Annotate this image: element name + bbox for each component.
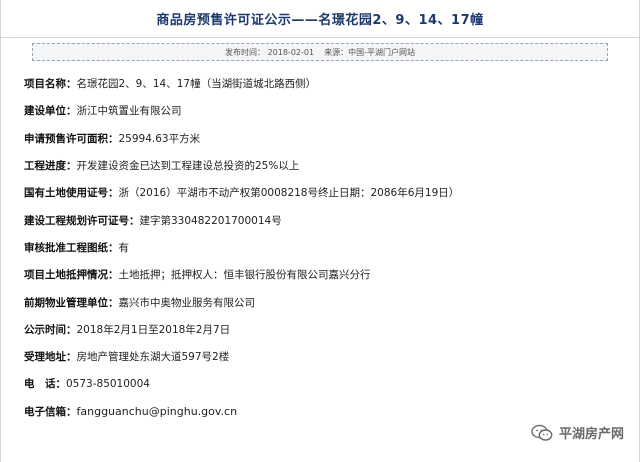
row-label: 前期物业管理单位： bbox=[24, 296, 119, 309]
row-value: 开发建设资金已达到工程建设总投资的25%以上 bbox=[76, 160, 300, 173]
row-drawings: 审核批准工程图纸： 有 bbox=[24, 234, 624, 261]
title-bar: 商品房预售许可证公示——名璟花园2、9、14、17幢 bbox=[0, 0, 640, 38]
row-label: 工程进度： bbox=[24, 160, 77, 173]
row-project-name: 项目名称： 名璟花园2、9、14、17幢（当湖街道城北路西侧） bbox=[24, 70, 624, 97]
info-list: 项目名称： 名璟花园2、9、14、17幢（当湖街道城北路西侧） 建设单位： 浙江… bbox=[24, 70, 624, 425]
row-address: 受理地址： 房地产管理处东湖大道597号2楼 bbox=[24, 343, 624, 370]
row-value: 浙江中筑置业有限公司 bbox=[76, 105, 182, 118]
wechat-icon bbox=[531, 424, 553, 441]
row-label: 建设单位： bbox=[24, 105, 77, 118]
row-label: 国有土地使用证号： bbox=[24, 187, 119, 200]
row-email: 电子信箱： fangguanchu@pinghu.gov.cn bbox=[24, 398, 624, 425]
row-label: 申请预售许可面积： bbox=[24, 132, 119, 145]
row-label: 项目土地抵押情况： bbox=[24, 269, 119, 282]
row-progress: 工程进度： 开发建设资金已达到工程建设总投资的25%以上 bbox=[24, 152, 624, 179]
row-value: 名璟花园2、9、14、17幢（当湖街道城北路西侧） bbox=[76, 78, 317, 91]
row-label: 电子信箱： bbox=[24, 405, 77, 418]
row-mortgage: 项目土地抵押情况： 土地抵押；抵押权人：恒丰银行股份有限公司嘉兴分行 bbox=[24, 261, 624, 288]
row-planning-permit: 建设工程规划许可证号： 建字第330482201700014号 bbox=[24, 206, 624, 233]
row-value: 2018年2月1日至2018年2月7日 bbox=[76, 323, 231, 336]
row-value: 建字第330482201700014号 bbox=[139, 214, 282, 227]
watermark: 平湖房产网 bbox=[531, 423, 624, 442]
watermark-text: 平湖房产网 bbox=[558, 427, 624, 442]
row-publicity-period: 公示时间： 2018年2月1日至2018年2月7日 bbox=[24, 316, 624, 343]
row-value: 有 bbox=[118, 241, 130, 254]
page-title: 商品房预售许可证公示——名璟花园2、9、14、17幢 bbox=[156, 13, 484, 28]
email-link[interactable]: fangguanchu@pinghu.gov.cn bbox=[77, 405, 238, 418]
row-developer: 建设单位： 浙江中筑置业有限公司 bbox=[24, 97, 624, 124]
row-property-management: 前期物业管理单位： 嘉兴市中奥物业服务有限公司 bbox=[24, 288, 624, 315]
row-value: 房地产管理处东湖大道597号2楼 bbox=[76, 351, 230, 364]
row-label: 审核批准工程图纸： bbox=[24, 241, 119, 254]
row-land-certificate: 国有土地使用证号： 浙（2016）平湖市不动产权第0008218号终止日期：20… bbox=[24, 179, 624, 206]
source-label: 来源：中国-平湖门户网站 bbox=[324, 47, 415, 57]
row-value: 土地抵押；抵押权人：恒丰银行股份有限公司嘉兴分行 bbox=[118, 269, 371, 282]
row-value: 嘉兴市中奥物业服务有限公司 bbox=[118, 296, 256, 309]
publish-time: 发布时间： 2018-02-01 bbox=[225, 47, 315, 57]
row-presale-area: 申请预售许可面积： 25994.63平方米 bbox=[24, 125, 624, 152]
meta-bar: 发布时间： 2018-02-01 来源：中国-平湖门户网站 bbox=[32, 43, 608, 61]
row-label: 建设工程规划许可证号： bbox=[24, 214, 140, 227]
row-label: 项目名称： bbox=[24, 78, 77, 91]
row-value: 25994.63平方米 bbox=[118, 132, 201, 145]
row-value: 浙（2016）平湖市不动产权第0008218号终止日期：2086年6月19日） bbox=[118, 187, 460, 200]
row-label: 受理地址： bbox=[24, 351, 77, 364]
row-label: 公示时间： bbox=[24, 323, 77, 336]
row-phone: 电 话： 0573-85010004 bbox=[24, 370, 624, 397]
row-value: 0573-85010004 bbox=[66, 377, 150, 390]
row-label: 电 话： bbox=[24, 378, 66, 391]
